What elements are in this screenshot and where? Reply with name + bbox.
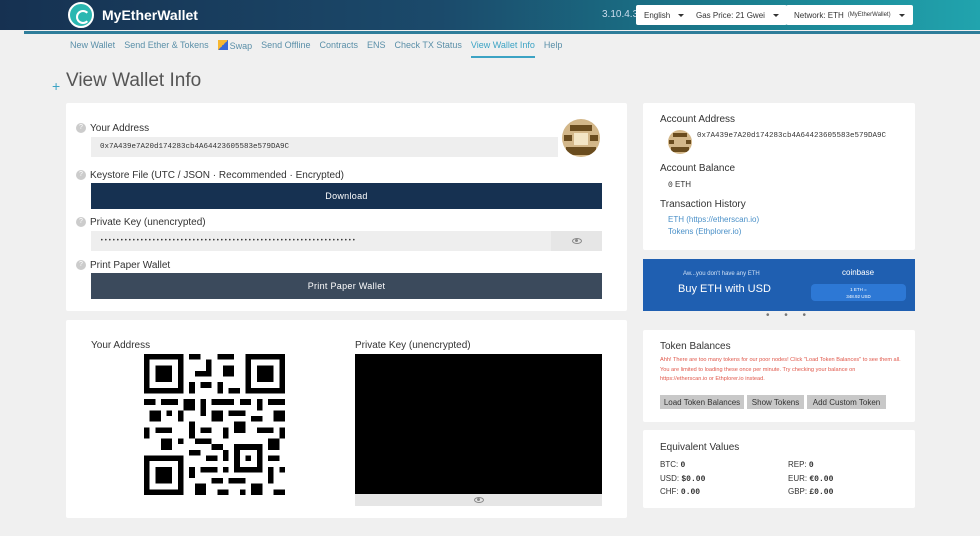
etherscan-link[interactable]: ETH (https://etherscan.io) <box>668 215 759 224</box>
account-balance: 0 ETH <box>668 180 691 190</box>
equiv-row-usd: USD: $0.00 <box>660 473 705 487</box>
coinbase-rate-line1: 1 ETH = <box>850 287 867 292</box>
page-title: View Wallet Info <box>66 70 202 91</box>
nav-item-contracts[interactable]: Contracts <box>319 40 358 58</box>
equiv-label: BTC: <box>660 460 679 469</box>
show-private-key-toggle[interactable] <box>551 231 602 251</box>
print-paper-wallet-button[interactable]: Print Paper Wallet <box>91 273 602 299</box>
equiv-value: €0.00 <box>809 474 834 484</box>
identicon-avatar <box>562 119 600 157</box>
equivalent-left-column: BTC: 0 USD: $0.00 CHF: 0.00 <box>660 459 705 500</box>
load-token-balances-button[interactable]: Load Token Balances <box>660 395 744 409</box>
show-private-key-qr-toggle[interactable] <box>355 494 602 506</box>
equiv-value: 0 <box>808 461 814 470</box>
coinbase-banner[interactable]: Aw...you don't have any ETH Buy ETH with… <box>643 259 915 311</box>
nav-item-ens[interactable]: ENS <box>367 40 386 58</box>
equivalent-values-title: Equivalent Values <box>660 442 740 453</box>
equivalent-right-column: REP: 0 EUR: €0.00 GBP: £0.00 <box>788 459 833 500</box>
your-address-label: Your Address <box>90 123 150 134</box>
transaction-history-label: Transaction History <box>660 199 746 210</box>
equiv-label: REP: <box>788 460 807 469</box>
paper-wallet-label: Print Paper Wallet <box>90 260 171 271</box>
network-sub-label: (MyEtherWallet) <box>847 12 891 18</box>
chevron-down-icon <box>678 13 685 17</box>
gas-price-dropdown[interactable]: Gas Price: 21 Gwei <box>688 5 787 25</box>
address-field[interactable]: 0x7A439e7A20d174283cb4A64423605583e579DA… <box>91 137 558 157</box>
version-label: 3.10.4.3 <box>602 9 639 20</box>
ethplorer-link[interactable]: Tokens (Ethplorer.io) <box>668 227 741 236</box>
swap-icon <box>217 40 228 50</box>
help-icon[interactable]: ? <box>76 260 86 271</box>
top-header: MyEtherWallet 3.10.4.3 English Gas Price… <box>0 0 980 30</box>
equiv-row-btc: BTC: 0 <box>660 459 705 473</box>
network-label: Network: ETH <box>794 10 844 20</box>
equiv-row-chf: CHF: 0.00 <box>660 486 705 500</box>
account-address-value: 0x7A439e7A20d174283cb4A64423605583e579DA… <box>697 132 887 140</box>
chevron-down-icon <box>898 13 905 17</box>
coinbase-rate-badge: 1 ETH = 348.92 USD <box>811 284 906 301</box>
account-balance-value: 0 <box>668 181 673 190</box>
account-balance-unit: ETH <box>675 180 692 189</box>
equiv-value: 0.00 <box>680 488 701 497</box>
nav-item-swap-label: Swap <box>229 41 253 51</box>
account-address-label: Account Address <box>660 114 736 125</box>
language-dropdown[interactable]: English <box>636 5 693 25</box>
coinbase-rate-line2: 348.92 USD <box>846 294 871 299</box>
carousel-dots[interactable]: • • • <box>766 310 812 321</box>
equiv-value: 0 <box>680 461 686 470</box>
coinbase-logo: coinbase <box>842 268 875 277</box>
token-warning-text: Ahh! There are too many tokens for our p… <box>660 357 901 382</box>
equiv-value: $0.00 <box>681 474 706 484</box>
equiv-label: USD: <box>660 473 680 483</box>
equiv-label: GBP: <box>788 487 808 496</box>
mew-logo-icon[interactable] <box>68 2 94 28</box>
equiv-row-gbp: GBP: £0.00 <box>788 486 833 500</box>
token-balances-title: Token Balances <box>660 341 731 352</box>
address-qr-code <box>144 354 285 495</box>
private-key-label: Private Key (unencrypted) <box>90 217 206 228</box>
equiv-label: CHF: <box>660 487 679 496</box>
network-dropdown[interactable]: Network: ETH (MyEtherWallet) <box>786 5 913 25</box>
plus-icon[interactable]: + <box>52 78 60 94</box>
nav-item-view-wallet[interactable]: View Wallet Info <box>470 40 535 58</box>
equiv-row-eur: EUR: €0.00 <box>788 473 833 487</box>
private-key-qr-hidden <box>355 354 602 494</box>
nav-item-send-offline[interactable]: Send Offline <box>261 40 310 58</box>
nav-item-new-wallet[interactable]: New Wallet <box>70 40 115 58</box>
nav-item-check-tx[interactable]: Check TX Status <box>395 40 462 58</box>
equiv-value: £0.00 <box>809 488 834 497</box>
gas-price-label: Gas Price: 21 Gwei <box>696 10 765 20</box>
show-tokens-button[interactable]: Show Tokens <box>747 395 804 409</box>
account-identicon-avatar <box>668 130 692 154</box>
your-address-heading: ? Your Address <box>76 123 149 134</box>
qr-address-label: Your Address <box>91 340 151 351</box>
main-nav: New Wallet Send Ether & Tokens Swap Send… <box>70 40 571 58</box>
qr-code-graphic <box>144 354 285 495</box>
eye-icon <box>473 497 484 503</box>
keystore-heading: ? Keystore File (UTC / JSON · Recommended… <box>76 170 344 181</box>
nav-item-swap[interactable]: Swap <box>217 40 253 58</box>
language-label: English <box>644 10 671 20</box>
eye-icon <box>571 238 582 244</box>
nav-divider <box>24 31 980 34</box>
chevron-down-icon <box>772 13 779 17</box>
nav-item-send[interactable]: Send Ether & Tokens <box>124 40 208 58</box>
paper-wallet-heading: ? Print Paper Wallet <box>76 260 170 271</box>
download-button[interactable]: Download <box>91 183 602 209</box>
help-icon[interactable]: ? <box>76 217 86 228</box>
private-key-heading: ? Private Key (unencrypted) <box>76 217 206 228</box>
help-icon[interactable]: ? <box>76 123 86 134</box>
coinbase-cta: Buy ETH with USD <box>678 283 771 295</box>
private-key-field[interactable]: ••••••••••••••••••••••••••••••••••••••••… <box>91 231 551 251</box>
help-icon[interactable]: ? <box>76 170 86 181</box>
nav-item-help[interactable]: Help <box>544 40 563 58</box>
equiv-row-rep: REP: 0 <box>788 459 833 473</box>
add-custom-token-button[interactable]: Add Custom Token <box>807 395 886 409</box>
qr-private-key-label: Private Key (unencrypted) <box>355 340 471 351</box>
equiv-label: EUR: <box>788 473 808 483</box>
brand-name[interactable]: MyEtherWallet <box>102 7 198 23</box>
coinbase-note: Aw...you don't have any ETH <box>683 271 760 277</box>
account-balance-label: Account Balance <box>660 163 736 174</box>
keystore-label: Keystore File (UTC / JSON · Recommended … <box>90 170 344 181</box>
